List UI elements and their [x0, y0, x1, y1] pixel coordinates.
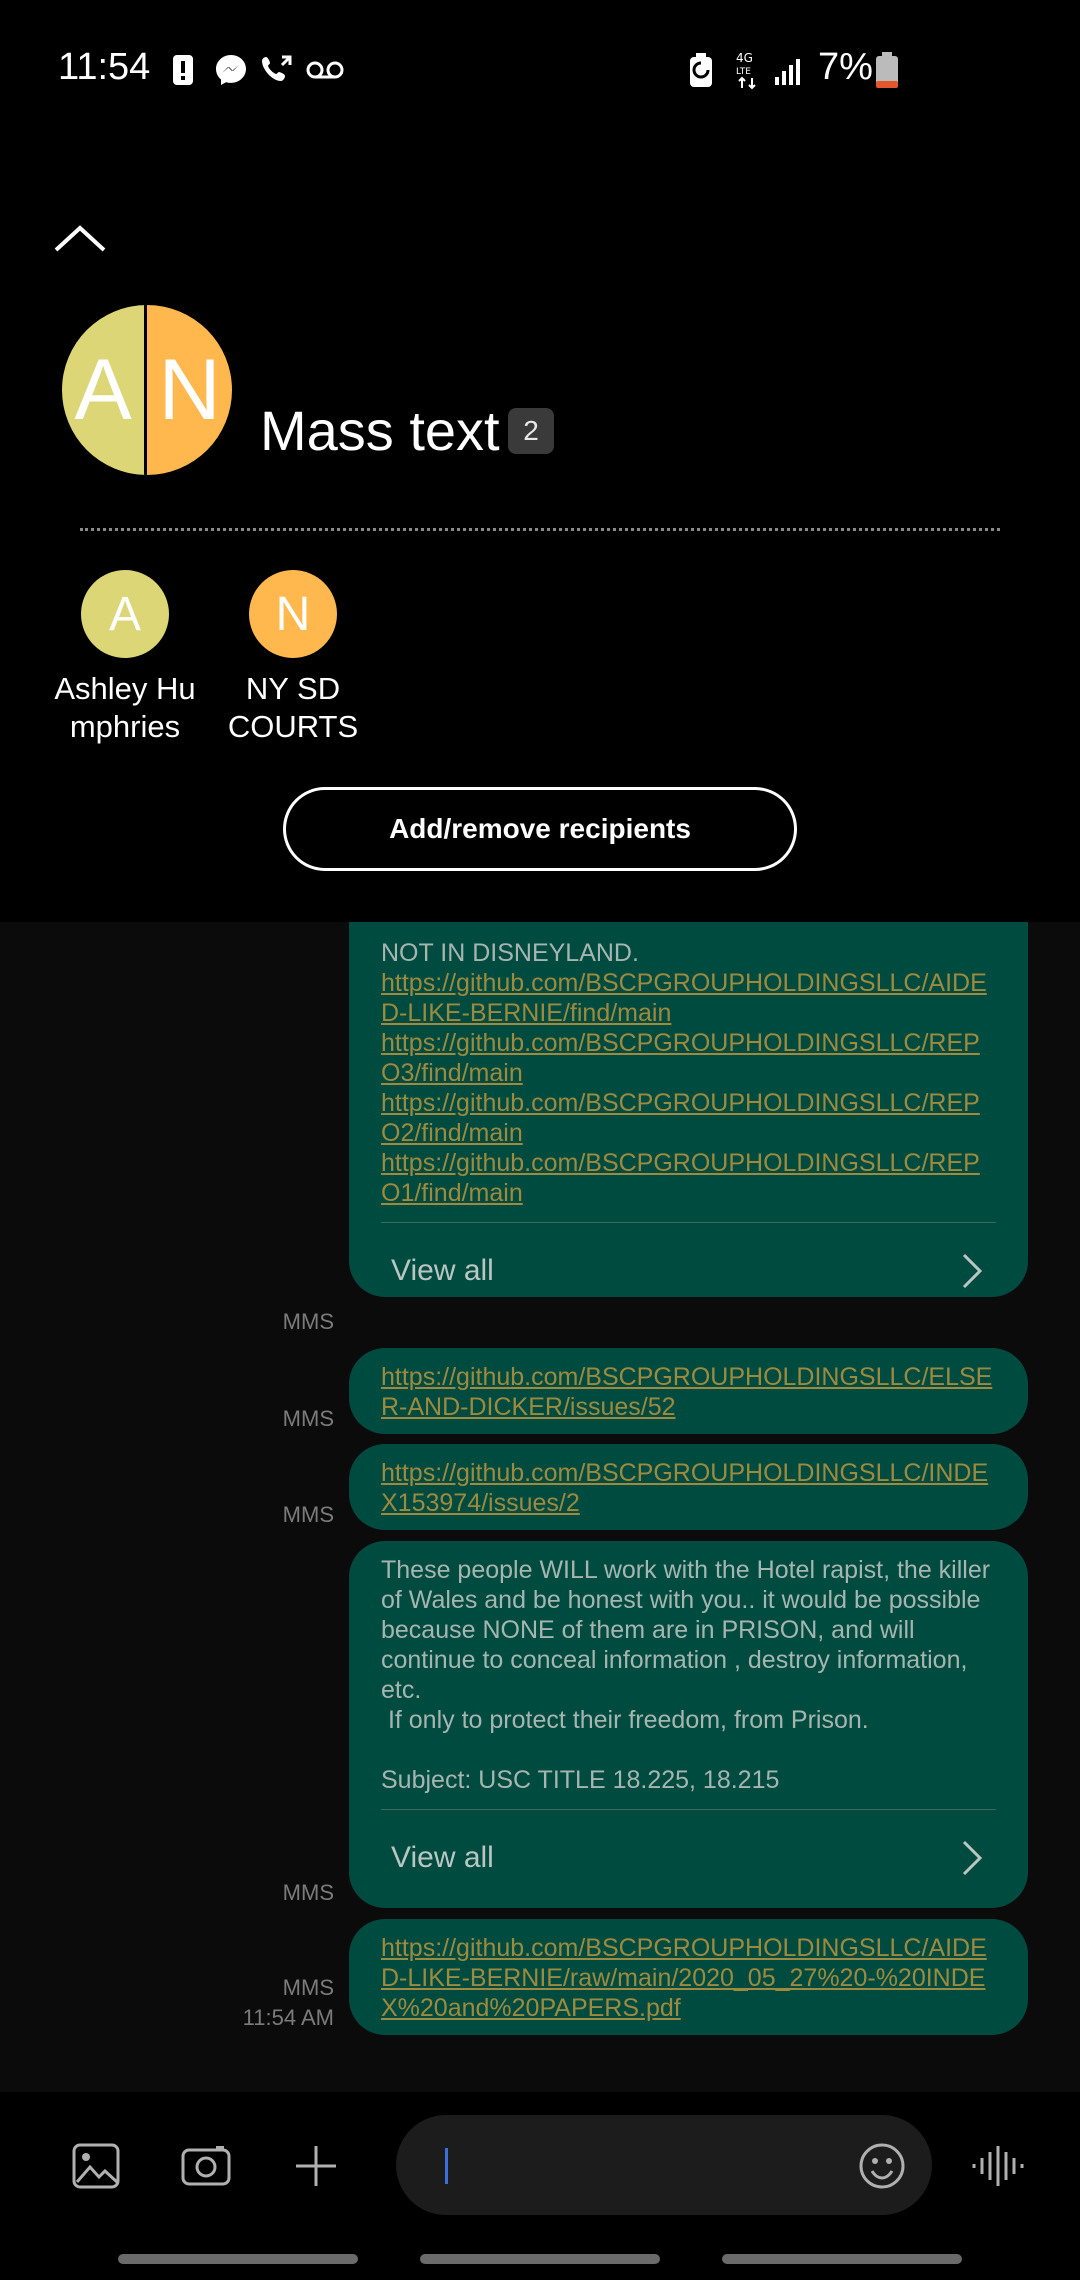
message-time: 11:54 AM [242, 2005, 334, 2030]
message-link[interactable]: https://github.com/BSCPGROUPHOLDINGSLLC/… [381, 968, 996, 1028]
voicemail-icon [306, 50, 344, 90]
message-link[interactable]: https://github.com/BSCPGROUPHOLDINGSLLC/… [381, 1933, 996, 2023]
message-type-label: MMS [282, 1309, 334, 1334]
conversation-title: Mass text [260, 399, 500, 462]
nav-home-handle[interactable] [420, 2254, 660, 2264]
message-bubble[interactable]: These people WILL work with the Hotel ra… [349, 1541, 1028, 1908]
recipient-avatar: N [249, 570, 337, 658]
nav-recents-handle[interactable] [118, 2254, 358, 2264]
recipient-count-badge: 2 [508, 408, 554, 454]
recipient-avatar: A [81, 570, 169, 658]
alert-icon [172, 50, 194, 90]
battery-saver-icon [688, 50, 714, 90]
message-bubble[interactable]: NOT IN DISNEYLAND. https://github.com/BS… [349, 922, 1028, 1297]
chevron-right-icon [962, 1253, 983, 1289]
camera-icon [181, 2146, 231, 2186]
view-all-label: View all [391, 1841, 494, 1874]
nav-back-handle[interactable] [722, 2254, 962, 2264]
group-avatar-left: A [62, 305, 147, 475]
voice-record-button[interactable] [968, 2136, 1028, 2196]
messenger-icon [214, 50, 248, 90]
text-cursor [445, 2148, 448, 2184]
message-text: NOT IN DISNEYLAND. [381, 939, 639, 967]
battery-low-icon [874, 50, 900, 90]
emoji-icon [859, 2143, 905, 2189]
gallery-icon [72, 2143, 120, 2189]
svg-text:4G: 4G [736, 51, 753, 65]
message-text: These people WILL work with the Hotel ra… [381, 1556, 991, 1704]
group-avatar-right: N [147, 305, 232, 475]
chevron-up-icon [54, 225, 106, 252]
message-text: If only to protect their freedom, from P… [381, 1706, 869, 1734]
view-all-button[interactable]: View all [381, 1223, 996, 1319]
view-all-button[interactable]: View all [381, 1810, 996, 1906]
collapse-header-button[interactable] [52, 220, 112, 260]
message-link[interactable]: https://github.com/BSCPGROUPHOLDINGSLLC/… [381, 1458, 996, 1518]
call-forward-icon [260, 50, 296, 90]
plus-icon [296, 2146, 336, 2186]
battery-percent: 7% [818, 46, 873, 88]
recipient-ashley[interactable]: A Ashley Hu mphries [50, 570, 200, 746]
group-avatar: A N [62, 305, 232, 475]
recipient-ny-sd-courts[interactable]: N NY SD COURTS [218, 570, 368, 746]
message-list[interactable]: NOT IN DISNEYLAND. https://github.com/BS… [0, 922, 1080, 2092]
svg-text:LTE: LTE [736, 67, 751, 77]
status-time: 11:54 [58, 46, 151, 88]
message-type-label: MMS [282, 1880, 334, 1905]
message-link[interactable]: https://github.com/BSCPGROUPHOLDINGSLLC/… [381, 1028, 996, 1088]
message-link[interactable]: https://github.com/BSCPGROUPHOLDINGSLLC/… [381, 1148, 996, 1208]
dotted-divider [80, 528, 1000, 531]
message-type-label: MMS [282, 1975, 334, 2000]
recipient-name: NY SD COURTS [227, 671, 359, 744]
signal-icon [774, 50, 806, 90]
attach-more-button[interactable] [286, 2136, 346, 2196]
message-bubble[interactable]: https://github.com/BSCPGROUPHOLDINGSLLC/… [349, 1444, 1028, 1530]
message-link[interactable]: https://github.com/BSCPGROUPHOLDINGSLLC/… [381, 1088, 996, 1148]
message-bubble[interactable]: https://github.com/BSCPGROUPHOLDINGSLLC/… [349, 1348, 1028, 1434]
chevron-right-icon [962, 1840, 983, 1876]
message-meta: MMS 11:54 AM [243, 1973, 334, 2033]
gallery-button[interactable] [66, 2136, 126, 2196]
message-subject: Subject: USC TITLE 18.225, 18.215 [381, 1766, 780, 1794]
message-link[interactable]: https://github.com/BSCPGROUPHOLDINGSLLC/… [381, 1362, 996, 1422]
message-bubble[interactable]: https://github.com/BSCPGROUPHOLDINGSLLC/… [349, 1919, 1028, 2035]
status-bar: 11:54 4G LTE 7% [0, 0, 1080, 140]
message-type-label: MMS [282, 1502, 334, 1527]
voice-waveform-icon [972, 2146, 1024, 2186]
emoji-button[interactable] [852, 2136, 912, 2196]
view-all-label: View all [391, 1254, 494, 1287]
4g-lte-icon: 4G LTE [736, 50, 760, 90]
camera-button[interactable] [176, 2136, 236, 2196]
add-remove-recipients-button[interactable]: Add/remove recipients [283, 787, 797, 871]
recipient-name: Ashley Hu mphries [54, 671, 196, 744]
message-type-label: MMS [282, 1406, 334, 1431]
